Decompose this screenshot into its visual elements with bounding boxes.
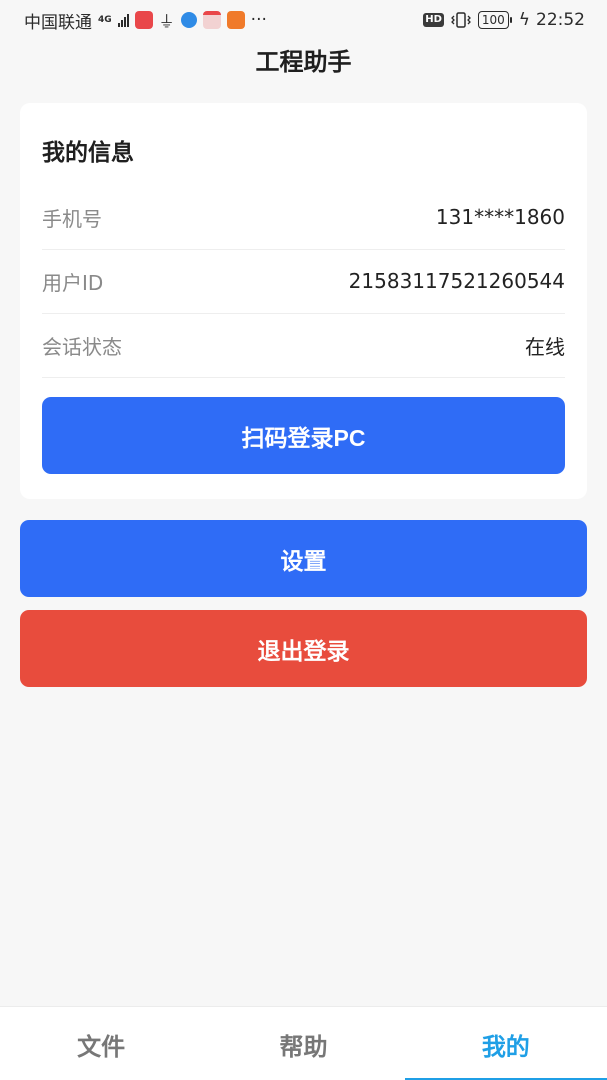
bottom-tab-bar: 文件 帮助 我的 <box>0 1006 607 1080</box>
app-notification-icon <box>134 11 153 29</box>
tab-mine[interactable]: 我的 <box>404 1007 607 1080</box>
my-info-card: 我的信息 手机号 131****1860 用户ID 21583117521260… <box>20 103 587 499</box>
page-title: 工程助手 <box>255 48 352 76</box>
hd-badge: HD <box>423 13 444 27</box>
clock: 22:52 <box>536 10 585 30</box>
battery-indicator: 100 <box>477 11 512 29</box>
scan-login-pc-button[interactable]: 扫码登录PC <box>42 397 565 474</box>
app-icon <box>226 11 245 29</box>
usb-icon: ⏚ <box>158 12 175 31</box>
status-bar: 中国联通 4G ⏚ ··· HD 100 ϟ 22:52 <box>0 0 607 40</box>
phone-label: 手机号 <box>42 206 102 231</box>
status-right: HD 100 ϟ 22:52 <box>423 10 585 30</box>
logout-button[interactable]: 退出登录 <box>20 610 587 687</box>
user-id-value: 21583117521260544 <box>348 269 565 293</box>
info-row-phone: 手机号 131****1860 <box>42 185 565 250</box>
info-row-session-status: 会话状态 在线 <box>42 313 565 378</box>
user-id-label: 用户ID <box>42 270 104 295</box>
status-left: 中国联通 4G ⏚ ··· <box>24 8 267 33</box>
info-row-user-id: 用户ID 21583117521260544 <box>42 249 565 314</box>
more-icon: ··· <box>250 10 267 30</box>
signal-icon <box>117 13 129 27</box>
vibrate-icon <box>450 12 471 28</box>
mail-icon <box>202 11 221 29</box>
card-title: 我的信息 <box>42 140 134 166</box>
screen: 中国联通 4G ⏚ ··· HD 100 ϟ 22:52 工程助手 我的信息 手… <box>0 0 607 1080</box>
charging-icon: ϟ <box>518 10 530 30</box>
tab-help[interactable]: 帮助 <box>202 1007 404 1080</box>
tab-files[interactable]: 文件 <box>0 1007 202 1080</box>
session-status-value: 在线 <box>525 334 565 359</box>
browser-icon <box>180 12 197 28</box>
settings-button[interactable]: 设置 <box>20 520 587 597</box>
network-type: 4G <box>98 14 112 25</box>
carrier-label: 中国联通 <box>24 12 92 33</box>
session-status-label: 会话状态 <box>42 334 122 359</box>
phone-value: 131****1860 <box>435 205 565 229</box>
